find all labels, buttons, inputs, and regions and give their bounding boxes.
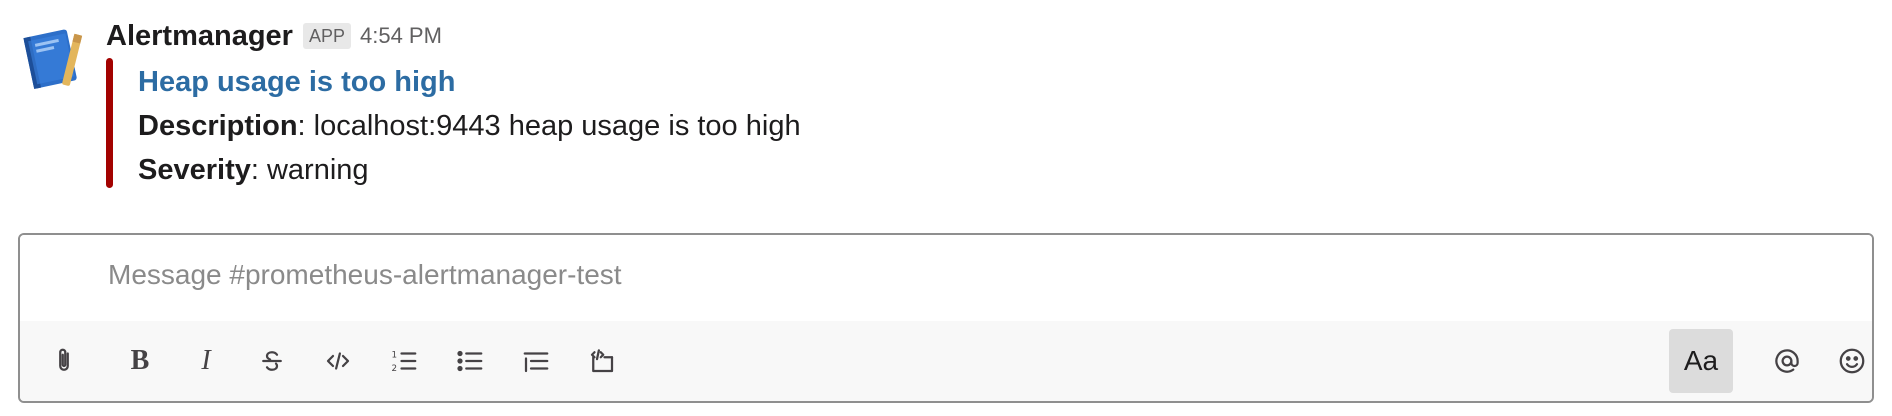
field-value: : warning bbox=[250, 154, 369, 186]
message-placeholder: Message #prometheus-alertmanager-test bbox=[108, 259, 622, 290]
attachment-color-bar bbox=[106, 58, 113, 188]
bot-avatar[interactable] bbox=[18, 20, 92, 94]
attach-button[interactable] bbox=[40, 337, 88, 385]
code-block-button[interactable] bbox=[578, 337, 626, 385]
blockquote-icon bbox=[523, 352, 549, 373]
bold-button[interactable]: B bbox=[116, 337, 164, 385]
numbered-list-icon: 1 2 bbox=[392, 350, 417, 374]
strikethrough-icon bbox=[262, 351, 282, 371]
numbered-list-button[interactable]: 1 2 bbox=[380, 337, 428, 385]
blockquote-button[interactable] bbox=[512, 337, 560, 385]
italic-button[interactable]: I bbox=[182, 337, 230, 385]
format-toggle-button[interactable]: Aa bbox=[1669, 329, 1733, 393]
composer-toolbar: B I 1 2 Aa bbox=[20, 321, 1872, 401]
sender-name[interactable]: Alertmanager bbox=[106, 20, 293, 53]
code-icon bbox=[326, 352, 350, 370]
message-composer: Message #prometheus-alertmanager-test B … bbox=[18, 233, 1874, 403]
bulleted-list-icon bbox=[457, 350, 483, 372]
emoji-button[interactable] bbox=[1828, 337, 1872, 385]
bulleted-list-button[interactable] bbox=[446, 337, 494, 385]
code-button[interactable] bbox=[314, 337, 362, 385]
emoji-icon bbox=[1839, 348, 1865, 374]
mention-button[interactable] bbox=[1763, 337, 1811, 385]
format-toggle-icon: Aa bbox=[1683, 345, 1719, 376]
code-block-icon bbox=[590, 349, 614, 373]
italic-icon: I bbox=[201, 345, 211, 376]
alertmanager-avatar-icon bbox=[23, 29, 83, 90]
message-header: Alertmanager APP 4:54 PM bbox=[106, 14, 442, 58]
svg-text:2: 2 bbox=[392, 364, 398, 374]
bold-icon: B bbox=[130, 345, 150, 376]
attachment-title[interactable]: Heap usage is too high bbox=[138, 62, 455, 102]
mention-icon bbox=[1775, 349, 1799, 373]
field-label: Description bbox=[138, 110, 298, 142]
app-badge: APP bbox=[302, 23, 351, 49]
message-input[interactable]: Message #prometheus-alertmanager-test bbox=[20, 235, 1872, 321]
field-severity: Severity: warning bbox=[138, 150, 369, 190]
strikethrough-button[interactable] bbox=[248, 337, 296, 385]
paperclip-icon bbox=[59, 348, 69, 371]
timestamp[interactable]: 4:54 PM bbox=[360, 23, 442, 49]
field-value: : localhost:9443 heap usage is too high bbox=[297, 110, 801, 142]
field-label: Severity bbox=[138, 154, 251, 186]
svg-text:1: 1 bbox=[392, 350, 398, 360]
message: Alertmanager APP 4:54 PM Heap usage is t… bbox=[0, 0, 1892, 200]
field-description: Description: localhost:9443 heap usage i… bbox=[138, 106, 801, 146]
